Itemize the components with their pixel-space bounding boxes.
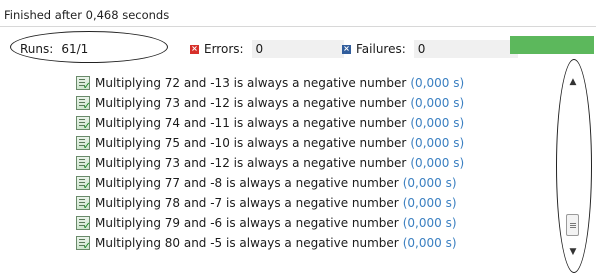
- test-name: Multiplying 77 and -8 is always a negati…: [95, 176, 399, 190]
- test-row[interactable]: Multiplying 79 and -6 is always a negati…: [76, 214, 457, 232]
- status-text: Finished after 0,468 seconds: [4, 8, 170, 22]
- test-name: Multiplying 72 and -13 is always a negat…: [95, 76, 407, 90]
- test-passed-icon: [76, 176, 91, 192]
- test-row[interactable]: Multiplying 73 and -12 is always a negat…: [76, 154, 464, 172]
- test-row[interactable]: Multiplying 74 and -11 is always a negat…: [76, 114, 464, 132]
- test-duration: (0,000 s): [410, 136, 465, 150]
- test-duration: (0,000 s): [410, 116, 465, 130]
- test-row[interactable]: Multiplying 78 and -7 is always a negati…: [76, 194, 457, 212]
- progress-fill: [510, 36, 594, 54]
- errors-value: 0: [251, 40, 344, 58]
- test-duration: (0,000 s): [410, 156, 465, 170]
- test-tree: Multiplying 72 and -13 is always a negat…: [0, 66, 560, 271]
- error-icon: ×: [190, 44, 199, 54]
- status-divider: [0, 26, 596, 27]
- test-name: Multiplying 78 and -7 is always a negati…: [95, 196, 399, 210]
- test-row[interactable]: Multiplying 80 and -5 is always a negati…: [76, 234, 457, 252]
- test-name: Multiplying 75 and -10 is always a negat…: [95, 136, 407, 150]
- test-name: Multiplying 74 and -11 is always a negat…: [95, 116, 407, 130]
- test-duration: (0,000 s): [402, 196, 457, 210]
- test-name: Multiplying 73 and -12 is always a negat…: [95, 96, 407, 110]
- test-passed-icon: [76, 216, 91, 232]
- test-duration: (0,000 s): [410, 96, 465, 110]
- scroll-thumb[interactable]: [566, 214, 579, 236]
- test-passed-icon: [76, 76, 91, 92]
- test-duration: (0,000 s): [402, 236, 457, 250]
- errors-label: Errors:: [204, 42, 244, 56]
- errors-counter: × Errors: 0: [190, 40, 344, 58]
- counter-panel: Runs: 61/1 × Errors: 0 × Failures: 0: [0, 30, 596, 64]
- test-duration: (0,000 s): [402, 176, 457, 190]
- test-name: Multiplying 73 and -12 is always a negat…: [95, 156, 407, 170]
- vertical-scrollbar[interactable]: ▲ ▼: [564, 70, 582, 270]
- test-row[interactable]: Multiplying 75 and -10 is always a negat…: [76, 134, 464, 152]
- runs-counter: Runs: 61/1: [20, 40, 149, 58]
- test-passed-icon: [76, 236, 91, 252]
- failures-counter: × Failures: 0: [342, 40, 518, 58]
- test-name: Multiplying 79 and -6 is always a negati…: [95, 216, 399, 230]
- failures-value: 0: [413, 40, 518, 58]
- progress-bar: [510, 36, 594, 54]
- runs-label: Runs:: [20, 42, 54, 56]
- test-row[interactable]: Multiplying 73 and -12 is always a negat…: [76, 94, 464, 112]
- test-passed-icon: [76, 116, 91, 132]
- test-duration: (0,000 s): [410, 76, 465, 90]
- test-row[interactable]: Multiplying 77 and -8 is always a negati…: [76, 174, 457, 192]
- test-row[interactable]: Multiplying 72 and -13 is always a negat…: [76, 74, 464, 92]
- test-passed-icon: [76, 96, 91, 112]
- test-name: Multiplying 80 and -5 is always a negati…: [95, 236, 399, 250]
- scroll-up-icon[interactable]: ▲: [567, 76, 579, 88]
- runs-value: 61/1: [61, 42, 89, 56]
- test-passed-icon: [76, 136, 91, 152]
- test-passed-icon: [76, 196, 91, 212]
- failures-label: Failures:: [356, 42, 406, 56]
- failure-icon: ×: [342, 44, 351, 54]
- test-duration: (0,000 s): [402, 216, 457, 230]
- scroll-down-icon[interactable]: ▼: [567, 246, 579, 258]
- test-passed-icon: [76, 156, 91, 172]
